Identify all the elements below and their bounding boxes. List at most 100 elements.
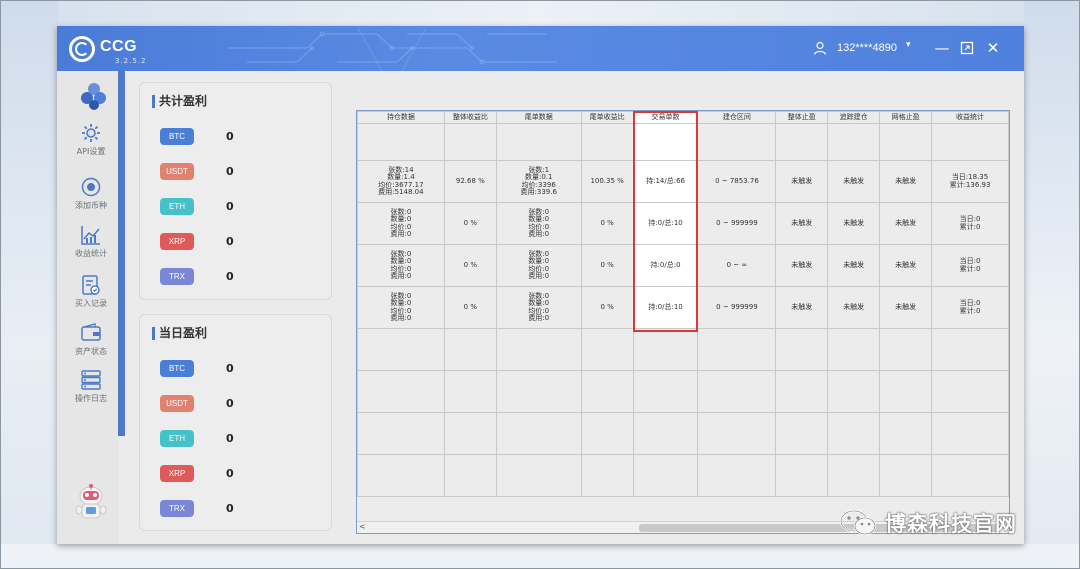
background-right: [1024, 0, 1080, 569]
take-profit-status: 未触发: [775, 244, 829, 287]
track-open-status: 未触发: [827, 244, 881, 287]
column-header-position: 持仓数据: [357, 111, 445, 124]
background-bottom: [0, 544, 1080, 569]
sidebar-item-asset-status[interactable]: 资产状态: [65, 322, 117, 370]
profit-stats: 当日:0 累计:0: [931, 286, 1009, 329]
column-header-track-open: 追踪建仓: [827, 111, 881, 124]
table-row[interactable]: 张数:0 数量:0 均价:0 费用:0 0 % 张数:0 数量:0 均价:0 费用:0 0 % 持:…: [357, 286, 1009, 329]
trade-count: 持:0/总:10: [632, 202, 699, 245]
table-cell: [931, 454, 1009, 497]
column-header-range: 建仓区间: [697, 111, 777, 124]
table-cell: [827, 123, 881, 161]
table-cell: [775, 123, 829, 161]
card-title: 当日盈利: [152, 327, 207, 340]
tail-data: 张数:0 数量:0 均价:0 费用:0: [495, 244, 582, 287]
sidebar-item-add-coin[interactable]: 添加币种: [65, 176, 117, 224]
table-cell: [580, 412, 634, 455]
user-icon[interactable]: [813, 41, 827, 55]
take-profit-status: 未触发: [775, 202, 829, 245]
table-cell: [632, 412, 699, 455]
table-cell: [827, 370, 881, 413]
background-top: [0, 0, 1080, 26]
coin-profit-value: 0: [226, 502, 234, 515]
tail-ratio: 0 %: [580, 202, 634, 245]
table-cell: [697, 454, 777, 497]
account-dropdown-icon[interactable]: ▾: [906, 40, 911, 50]
table-cell: [697, 328, 777, 371]
minimize-button[interactable]: —: [933, 39, 951, 57]
position-data: 张数:0 数量:0 均价:0 费用:0: [357, 244, 445, 287]
table-row[interactable]: 张数:14 数量:1.4 均价:3677.17 费用:5148.04 92.68 % 张数…: [357, 160, 1009, 203]
table-cell: [357, 123, 445, 161]
sidebar-item-label: 收益统计: [75, 249, 107, 258]
sidebar-item-operation-log[interactable]: 操作日志: [65, 369, 117, 417]
table-cell: [632, 370, 699, 413]
profit-stats: 当日:0 累计:0: [931, 202, 1009, 245]
coin-badge-eth: ETH: [160, 198, 194, 215]
table-cell: [495, 328, 582, 371]
table-cell: [931, 370, 1009, 413]
record-icon: [82, 275, 100, 295]
table-cell: [775, 454, 829, 497]
table-cell: [632, 454, 699, 497]
profit-stats-line: 累计:0: [959, 222, 981, 231]
overall-ratio: 0 %: [443, 202, 497, 245]
card-title: 共计盈利: [152, 95, 207, 108]
table-cell: [495, 454, 582, 497]
table-cell: [827, 412, 881, 455]
tail-data: 张数:0 数量:0 均价:0 费用:0: [495, 286, 582, 329]
maximize-button[interactable]: [958, 39, 976, 57]
sidebar-item-buy-records[interactable]: 买入记录: [65, 274, 117, 322]
column-header-profit-stats: 收益统计: [931, 111, 1009, 124]
sidebar-item-label: API设置: [76, 147, 106, 156]
tail-ratio: 100.35 %: [580, 160, 634, 203]
table-cell: [632, 328, 699, 371]
robot-assistant-icon[interactable]: [71, 482, 111, 522]
table-cell: [879, 370, 933, 413]
tail-ratio: 0 %: [580, 244, 634, 287]
column-header-overall-ratio: 整体收益比: [443, 111, 497, 124]
table-row-empty: [357, 412, 1009, 455]
background-left: [0, 0, 58, 569]
watermark: 博森科技官网: [839, 508, 1017, 538]
coin-badge-xrp: XRP: [160, 233, 194, 250]
profit-stats-line: 累计:0: [959, 306, 981, 315]
profit-stats-line: 累计:0: [959, 264, 981, 273]
sidebar-item-label: 资产状态: [75, 347, 107, 356]
user-account[interactable]: 132****4890: [837, 42, 897, 54]
sidebar-item-profit-stats[interactable]: 收益统计: [65, 224, 117, 272]
close-button[interactable]: ✕: [984, 39, 1002, 57]
coin-profit-value: 0: [226, 362, 234, 375]
coin-profit-value: 0: [226, 235, 234, 248]
table-cell: [580, 123, 634, 161]
tail-data-line: 费用:0: [528, 314, 550, 322]
overall-ratio: 92.68 %: [443, 160, 497, 203]
table-row-empty: [357, 370, 1009, 413]
coin-badge-xrp: XRP: [160, 465, 194, 482]
sidebar-item-api-settings[interactable]: API设置: [65, 122, 117, 170]
table-cell: [495, 123, 582, 161]
brand-name: CCG: [100, 38, 138, 55]
position-data-line: 费用:0: [390, 230, 412, 238]
position-data: 张数:14 数量:1.4 均价:3677.17 费用:5148.04: [357, 160, 445, 203]
table-row[interactable]: 张数:0 数量:0 均价:0 费用:0 0 % 张数:0 数量:0 均价:0 费用:0 0 % 持:…: [357, 244, 1009, 287]
table-cell: [357, 370, 445, 413]
coin-badge-trx: TRX: [160, 500, 194, 517]
table-row[interactable]: 张数:0 数量:0 均价:0 费用:0 0 % 张数:0 数量:0 均价:0 费用:0 0 % 持:…: [357, 202, 1009, 245]
scroll-left-icon[interactable]: <: [359, 522, 366, 531]
table-cell: [931, 123, 1009, 161]
coin-badge-eth: ETH: [160, 430, 194, 447]
app-version: 3.2.5.2: [115, 57, 147, 65]
coin-profit-value: 0: [226, 200, 234, 213]
coin-badge-trx: TRX: [160, 268, 194, 285]
table-row-empty: [357, 454, 1009, 497]
chart-icon: [81, 226, 100, 245]
profit-stats: 当日:18.35 累计:136.93: [931, 160, 1009, 203]
coin-badge-usdt: USDT: [160, 163, 194, 180]
grid-profit-status: 未触发: [879, 244, 933, 287]
table-cell: [879, 454, 933, 497]
tail-ratio: 0 %: [580, 286, 634, 329]
open-range: 0 ~ ∞: [697, 244, 777, 287]
column-header-trade-count: 交易单数: [632, 111, 699, 124]
table-cell: [443, 412, 497, 455]
